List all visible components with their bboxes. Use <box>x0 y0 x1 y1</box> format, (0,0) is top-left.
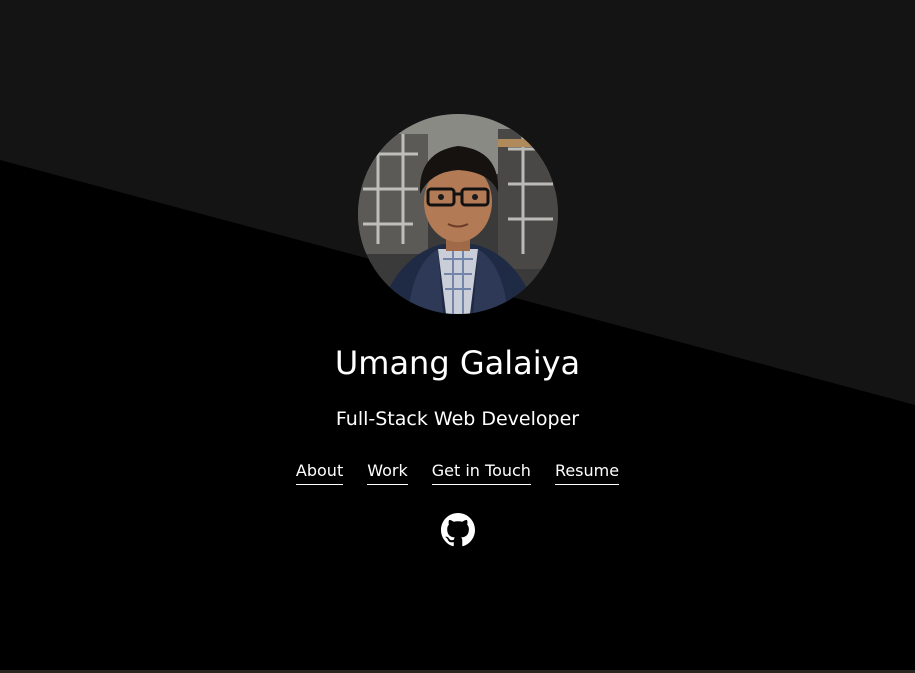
nav-link-get-in-touch[interactable]: Get in Touch <box>431 459 531 485</box>
job-title: Full-Stack Web Developer <box>335 408 580 430</box>
avatar <box>358 114 558 314</box>
github-link[interactable] <box>441 513 475 547</box>
github-icon <box>441 513 475 547</box>
profile-photo <box>358 114 558 314</box>
nav-link-resume[interactable]: Resume <box>554 459 620 485</box>
page-title: Umang Galaiya <box>334 344 581 382</box>
main-nav: About Work Get in Touch Resume <box>0 459 915 485</box>
nav-link-about[interactable]: About <box>295 459 344 485</box>
nav-link-work[interactable]: Work <box>367 459 408 485</box>
hero-section: Umang Galaiya Full-Stack Web Developer A… <box>0 0 915 673</box>
